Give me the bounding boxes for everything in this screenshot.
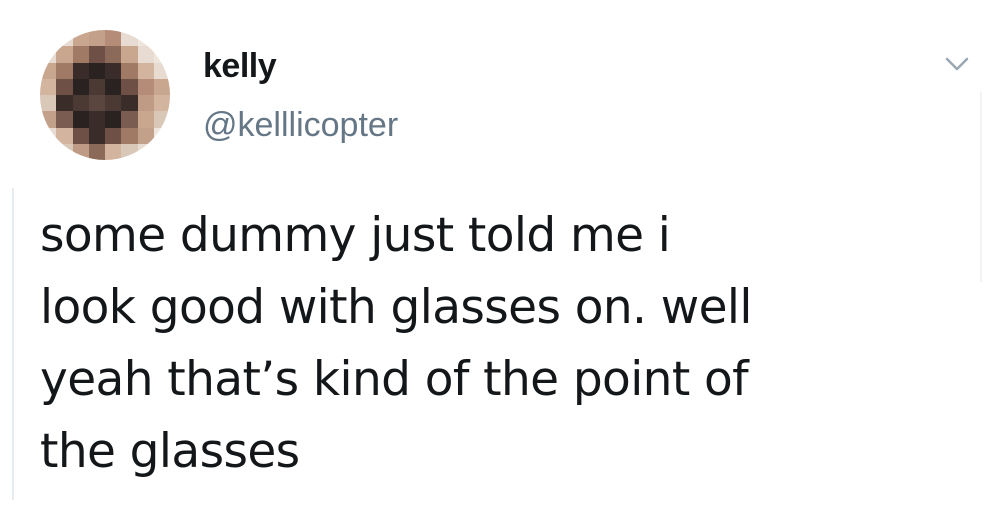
avatar-pixel xyxy=(88,46,105,63)
avatar-pixel xyxy=(72,111,89,128)
avatar-pixel xyxy=(88,30,105,47)
thread-line xyxy=(12,188,14,500)
chevron-down-icon[interactable] xyxy=(943,54,971,74)
avatar-pixel xyxy=(137,30,154,47)
avatar-pixel xyxy=(72,95,89,112)
avatar-pixel xyxy=(72,143,89,160)
avatar-pixel xyxy=(105,78,122,95)
avatar-pixel xyxy=(121,127,138,144)
avatar-pixel xyxy=(56,111,73,128)
avatar-pixel xyxy=(121,78,138,95)
avatar-pixel xyxy=(105,143,122,160)
avatar-pixel xyxy=(72,46,89,63)
avatar-pixel xyxy=(56,95,73,112)
display-name[interactable]: kelly xyxy=(203,47,277,86)
avatar[interactable] xyxy=(40,30,170,160)
avatar-pixel xyxy=(153,30,170,47)
avatar-pixel xyxy=(72,30,89,47)
avatar-pixel xyxy=(137,111,154,128)
avatar-pixel xyxy=(56,127,73,144)
avatar-pixel xyxy=(40,30,57,47)
avatar-pixel xyxy=(137,143,154,160)
avatar-pixel xyxy=(137,78,154,95)
avatar-pixel xyxy=(88,127,105,144)
avatar-pixel xyxy=(88,78,105,95)
avatar-pixel xyxy=(40,95,57,112)
avatar-pixel xyxy=(105,111,122,128)
avatar-pixel xyxy=(40,46,57,63)
avatar-pixel xyxy=(121,30,138,47)
avatar-pixel xyxy=(56,30,73,47)
avatar-pixel xyxy=(153,111,170,128)
avatar-pixel xyxy=(88,111,105,128)
avatar-pixel xyxy=(153,143,170,160)
tweet-line: yeah that’s kind of the point of xyxy=(40,352,749,407)
avatar-pixel xyxy=(121,111,138,128)
tweet-text: some dummy just told me i look good with… xyxy=(40,200,940,488)
tweet-card: kelly @kelllicopter some dummy just told… xyxy=(0,0,990,515)
avatar-pixel xyxy=(121,62,138,79)
avatar-pixel xyxy=(137,95,154,112)
avatar-pixel xyxy=(56,62,73,79)
avatar-pixel xyxy=(153,95,170,112)
avatar-pixel xyxy=(153,127,170,144)
avatar-pixel xyxy=(105,62,122,79)
avatar-pixel xyxy=(105,46,122,63)
avatar-pixel xyxy=(40,143,57,160)
avatar-pixel xyxy=(72,62,89,79)
avatar-pixel xyxy=(105,95,122,112)
avatar-pixel xyxy=(153,62,170,79)
avatar-pixel xyxy=(137,46,154,63)
avatar-pixel xyxy=(40,62,57,79)
user-handle[interactable]: @kelllicopter xyxy=(203,106,398,145)
right-edge-line xyxy=(980,92,982,282)
avatar-pixel xyxy=(40,111,57,128)
avatar-pixel xyxy=(56,46,73,63)
avatar-pixel xyxy=(88,143,105,160)
avatar-pixel xyxy=(153,78,170,95)
avatar-pixel xyxy=(137,127,154,144)
avatar-pixel xyxy=(72,127,89,144)
avatar-pixel xyxy=(88,95,105,112)
avatar-pixel xyxy=(137,62,154,79)
avatar-pixel xyxy=(40,127,57,144)
avatar-pixel xyxy=(56,78,73,95)
tweet-line: the glasses xyxy=(40,424,300,479)
avatar-pixel xyxy=(40,78,57,95)
avatar-pixel xyxy=(105,30,122,47)
avatar-pixel xyxy=(56,143,73,160)
avatar-pixel xyxy=(121,143,138,160)
tweet-line: look good with glasses on. well xyxy=(40,280,752,335)
avatar-pixel xyxy=(72,78,89,95)
tweet-line: some dummy just told me i xyxy=(40,208,671,263)
avatar-pixel xyxy=(121,46,138,63)
avatar-pixel xyxy=(153,46,170,63)
avatar-pixel xyxy=(121,95,138,112)
avatar-pixel xyxy=(88,62,105,79)
avatar-pixel xyxy=(105,127,122,144)
